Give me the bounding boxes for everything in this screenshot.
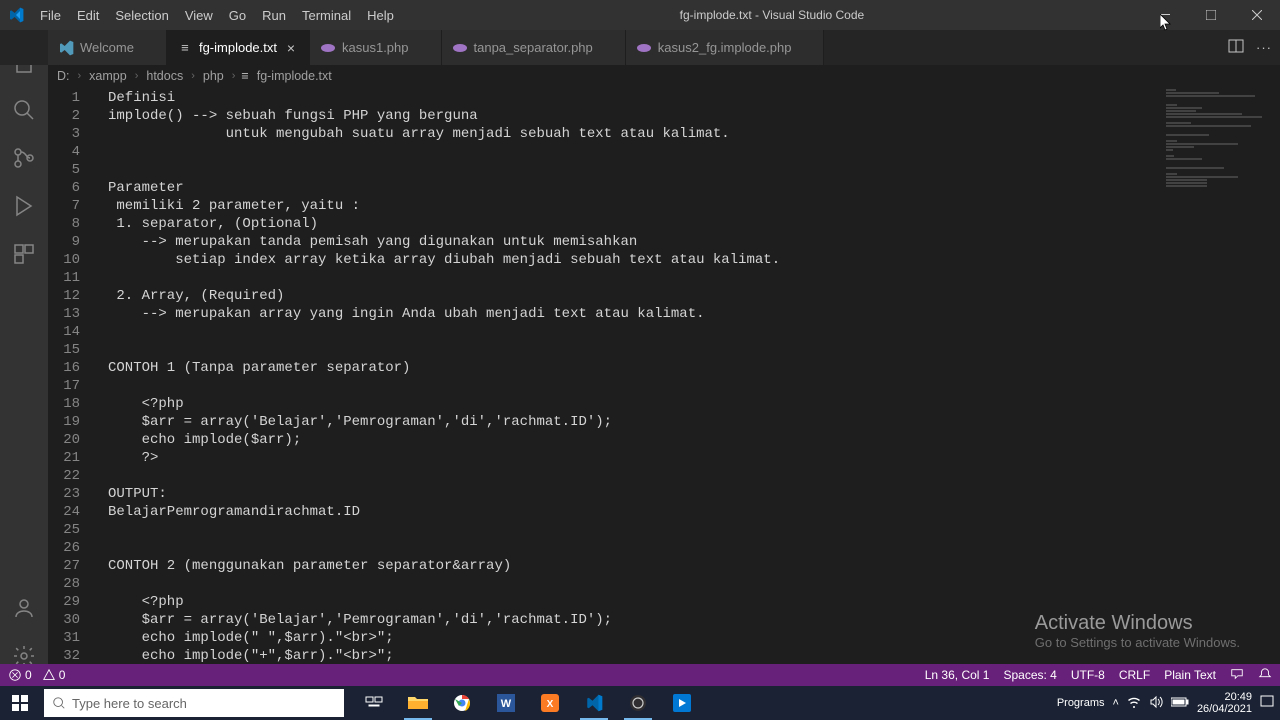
titlebar: File Edit Selection View Go Run Terminal… xyxy=(0,0,1280,30)
vscode-icon xyxy=(58,40,74,56)
minimize-button[interactable] xyxy=(1142,0,1188,30)
php-icon xyxy=(320,40,336,56)
status-bar: 0 0 Ln 36, Col 1 Spaces: 4 UTF-8 CRLF Pl… xyxy=(0,664,1280,686)
close-button[interactable] xyxy=(1234,0,1280,30)
notifications-icon[interactable] xyxy=(1258,667,1272,684)
chevron-right-icon: › xyxy=(74,70,86,82)
obs-icon[interactable] xyxy=(616,686,660,720)
file-explorer-icon[interactable] xyxy=(396,686,440,720)
tab-label: kasus1.php xyxy=(342,40,409,55)
tab-label: Welcome xyxy=(80,40,134,55)
tab-tanpa-separator[interactable]: tanpa_separator.php × xyxy=(442,30,626,65)
tray-notifications-icon[interactable] xyxy=(1260,695,1274,712)
editor[interactable]: 1234567891011121314151617181920212223242… xyxy=(48,87,1280,686)
menu-bar: File Edit Selection View Go Run Terminal… xyxy=(32,0,402,30)
menu-help[interactable]: Help xyxy=(359,0,402,30)
window-controls xyxy=(1142,0,1280,30)
menu-run[interactable]: Run xyxy=(254,0,294,30)
php-icon xyxy=(636,40,652,56)
video-app-icon[interactable] xyxy=(660,686,704,720)
run-debug-icon[interactable] xyxy=(0,182,48,230)
chevron-right-icon: › xyxy=(187,70,199,82)
tab-label: kasus2_fg.implode.php xyxy=(658,40,792,55)
php-icon xyxy=(452,40,468,56)
tab-kasus2[interactable]: kasus2_fg.implode.php × xyxy=(626,30,825,65)
tab-welcome[interactable]: Welcome × xyxy=(48,30,167,65)
menu-view[interactable]: View xyxy=(177,0,221,30)
tab-fg-implode[interactable]: ≡ fg-implode.txt × xyxy=(167,30,310,65)
breadcrumb[interactable]: D:› xampp› htdocs› php› ≡fg-implode.txt xyxy=(0,65,1280,87)
svg-text:X: X xyxy=(547,699,554,710)
window-title: fg-implode.txt - Visual Studio Code xyxy=(402,8,1142,22)
menu-edit[interactable]: Edit xyxy=(69,0,107,30)
text-file-icon: ≡ xyxy=(177,40,193,56)
breadcrumb-file[interactable]: fg-implode.txt xyxy=(255,69,334,83)
menu-file[interactable]: File xyxy=(32,0,69,30)
svg-text:W: W xyxy=(501,698,512,710)
tray-network-icon[interactable] xyxy=(1127,695,1141,712)
tray-chevron-up-icon[interactable]: ˄ xyxy=(1113,697,1119,709)
source-control-icon[interactable] xyxy=(0,134,48,182)
tray-volume-icon[interactable] xyxy=(1149,695,1163,712)
tray-clock[interactable]: 20:49 26/04/2021 xyxy=(1197,691,1252,715)
chevron-right-icon: › xyxy=(228,70,240,82)
extensions-icon[interactable] xyxy=(0,230,48,278)
tab-bar: Welcome × ≡ fg-implode.txt × kasus1.php … xyxy=(0,30,1280,65)
tab-close-icon[interactable]: × xyxy=(283,40,299,56)
more-actions-icon[interactable]: ··· xyxy=(1256,40,1272,55)
start-button[interactable] xyxy=(0,686,40,720)
feedback-icon[interactable] xyxy=(1230,667,1244,684)
tab-label: tanpa_separator.php xyxy=(474,40,593,55)
menu-selection[interactable]: Selection xyxy=(107,0,176,30)
system-tray[interactable]: Programs ˄ 20:49 26/04/2021 xyxy=(1057,691,1280,715)
cursor-position[interactable]: Ln 36, Col 1 xyxy=(925,668,990,682)
tab-kasus1[interactable]: kasus1.php × xyxy=(310,30,442,65)
vscode-taskbar-icon[interactable] xyxy=(572,686,616,720)
breadcrumb-segment[interactable]: htdocs xyxy=(144,69,185,83)
tray-battery-icon[interactable] xyxy=(1171,697,1189,710)
windows-taskbar: Type here to search W X Programs ˄ 20:49… xyxy=(0,686,1280,720)
activity-bar xyxy=(0,30,48,686)
menu-go[interactable]: Go xyxy=(221,0,254,30)
menu-terminal[interactable]: Terminal xyxy=(294,0,359,30)
problems-warnings[interactable]: 0 xyxy=(42,668,66,682)
tray-programs-label: Programs xyxy=(1057,697,1105,709)
line-numbers: 1234567891011121314151617181920212223242… xyxy=(48,87,98,686)
eol[interactable]: CRLF xyxy=(1119,668,1150,682)
word-icon[interactable]: W xyxy=(484,686,528,720)
maximize-button[interactable] xyxy=(1188,0,1234,30)
problems-errors[interactable]: 0 xyxy=(8,668,32,682)
split-editor-icon[interactable] xyxy=(1228,38,1244,57)
search-placeholder: Type here to search xyxy=(72,696,187,711)
xampp-icon[interactable]: X xyxy=(528,686,572,720)
search-icon[interactable] xyxy=(0,86,48,134)
indentation[interactable]: Spaces: 4 xyxy=(1003,668,1056,682)
breadcrumb-segment[interactable]: xampp xyxy=(87,69,129,83)
chevron-right-icon: › xyxy=(131,70,143,82)
tab-label: fg-implode.txt xyxy=(199,40,277,55)
task-view-icon[interactable] xyxy=(352,686,396,720)
breadcrumb-segment[interactable]: D: xyxy=(55,69,72,83)
language-mode[interactable]: Plain Text xyxy=(1164,668,1216,682)
minimap[interactable] xyxy=(1166,89,1266,289)
code-content[interactable]: Definisiimplode() --> sebuah fungsi PHP … xyxy=(108,89,1160,683)
text-file-icon: ≡ xyxy=(241,69,248,83)
breadcrumb-segment[interactable]: php xyxy=(201,69,226,83)
chrome-icon[interactable] xyxy=(440,686,484,720)
taskbar-search[interactable]: Type here to search xyxy=(44,689,344,717)
accounts-icon[interactable] xyxy=(0,584,48,632)
vscode-icon xyxy=(8,7,24,23)
encoding[interactable]: UTF-8 xyxy=(1071,668,1105,682)
